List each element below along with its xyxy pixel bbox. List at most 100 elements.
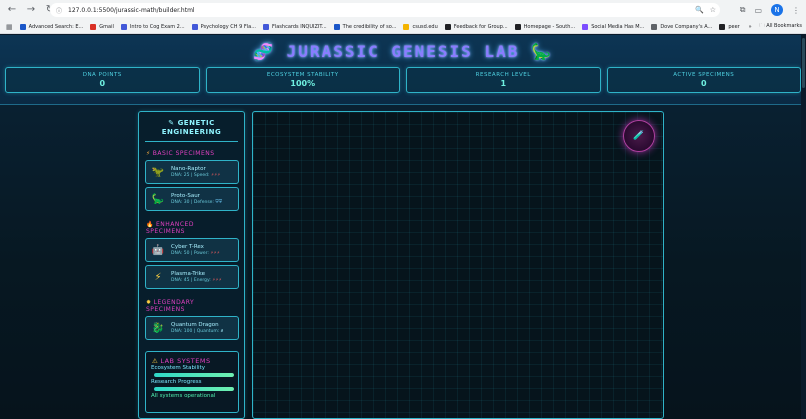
bookmark-label: Psychology CH 9 Fla... <box>200 23 256 30</box>
bookmark-item[interactable]: Feedback for Group... <box>444 23 508 30</box>
bookmark-item[interactable]: Psychology CH 9 Fla... <box>191 23 256 30</box>
bookmarks-bar: ▦ Advanced Search: E... Gmail Intro to Cog… <box>0 20 806 34</box>
section-label-line2: SPECIMENS <box>146 306 185 313</box>
downloads-icon[interactable]: ▭ <box>754 6 762 15</box>
app-header: 🧬 JURASSIC GENESIS LAB 🦕 DNA POINTS 0 EC… <box>0 35 806 105</box>
more-bookmarks-icon[interactable]: » <box>749 24 752 30</box>
site-info-icon[interactable]: ⓘ <box>56 6 62 15</box>
back-icon[interactable]: ← <box>5 3 19 17</box>
menu-icon[interactable]: ⋮ <box>792 6 800 15</box>
forward-icon[interactable]: → <box>24 3 38 17</box>
bookmark-label: Flashcards INQUIZIT... <box>271 23 327 30</box>
specimen-info: DNA: 100 | Quantum: ∂ <box>171 329 223 335</box>
specimen-proto-saur[interactable]: 🦕 Proto-Saur DNA: 30 | Defense: ⛨⛨ <box>145 187 239 211</box>
bookmark-label: csusd.edu <box>412 23 438 30</box>
specimen-name: Proto-Saur <box>171 192 200 199</box>
bookmark-item[interactable]: Dove Company's A... <box>651 23 713 30</box>
bookmark-item[interactable]: Intro to Cog Exam 2... <box>120 23 185 30</box>
bookmark-star-icon[interactable]: ☆ <box>710 6 716 14</box>
specimen-tags: ⛨⛨ <box>215 199 223 205</box>
bookmark-item[interactable]: Advanced Search: E... <box>19 23 84 30</box>
specimen-name: Cyber T-Rex <box>171 243 204 250</box>
research-bar <box>154 387 234 391</box>
panel-title-line2: ENGINEERING <box>161 128 222 136</box>
section-label-line1: LEGENDARY <box>153 299 195 306</box>
specimen-name: Quantum Dragon <box>171 321 219 328</box>
stat-label: ECOSYSTEM STABILITY <box>266 72 339 78</box>
page-scrollbar[interactable] <box>801 35 806 419</box>
dragon-icon: 🐉 <box>151 322 165 334</box>
specimen-tags: ⚡⚡⚡ <box>212 277 222 283</box>
specimen-name: Plasma-Trike <box>171 270 206 277</box>
bookmark-favicon-icon <box>582 23 589 30</box>
bookmark-label: Advanced Search: E... <box>28 23 84 30</box>
specimen-quantum-dragon[interactable]: 🐉 Quantum Dragon DNA: 100 | Quantum: ∂ <box>145 316 239 340</box>
stat-value: 100% <box>290 79 316 88</box>
stat-dna-points: DNA POINTS 0 <box>5 67 200 93</box>
all-bookmarks-label: All Bookmarks <box>766 23 802 29</box>
section-basic-title: ⚡ BASIC SPECIMENS <box>146 150 215 157</box>
specimen-info-text: DNA: 30 | Defense: <box>171 199 214 205</box>
extensions-icon[interactable]: ⧉ <box>740 5 746 15</box>
apps-grid-icon[interactable]: ▦ <box>6 23 13 31</box>
bookmark-favicon-icon <box>403 23 410 30</box>
dinosaur-icon: 🦕 <box>530 42 553 61</box>
pencil-icon: ✎ <box>168 119 175 127</box>
profile-avatar[interactable]: N <box>771 4 783 16</box>
bookmark-label: Dove Company's A... <box>660 23 713 30</box>
lab-status-text: All systems operational <box>151 393 216 399</box>
sauropod-icon: 🦕 <box>151 193 165 205</box>
stat-value: 0 <box>99 79 106 88</box>
specimen-name: Nano-Raptor <box>171 165 206 172</box>
stat-ecosystem-stability: ECOSYSTEM STABILITY 100% <box>205 67 400 93</box>
lab-canvas[interactable]: 🧪 <box>252 111 664 419</box>
specimen-tags: ⚡⚡⚡ <box>210 250 220 256</box>
stat-value: 0 <box>700 79 707 88</box>
specimen-info-text: DNA: 100 | Quantum: <box>171 328 220 334</box>
scrollbar-thumb[interactable] <box>802 38 805 88</box>
ecosystem-label: Ecosystem Stability <box>151 365 206 371</box>
stat-label: ACTIVE SPECIMENS <box>673 72 735 78</box>
bookmark-label: Homepage - South... <box>523 23 576 30</box>
bookmark-item[interactable]: Homepage - South... <box>514 23 576 30</box>
genetic-engineering-panel: ✎ GENETIC ENGINEERING ⚡ BASIC SPECIMENS 🦖… <box>138 111 245 419</box>
app-root: 🧬 JURASSIC GENESIS LAB 🦕 DNA POINTS 0 EC… <box>0 35 806 419</box>
bookmark-item[interactable]: Social Media Has M... <box>582 23 645 30</box>
bookmark-favicon-icon <box>191 23 198 30</box>
page-title: 🧬 JURASSIC GENESIS LAB 🦕 <box>0 42 806 61</box>
specimen-nano-raptor[interactable]: 🦖 Nano-Raptor DNA: 25 | Speed: ⚡⚡⚡ <box>145 160 239 184</box>
specimen-info-text: DNA: 25 | Speed: <box>171 172 210 178</box>
divider <box>145 141 238 142</box>
specimen-info-text: DNA: 45 | Energy: <box>171 277 211 283</box>
bookmark-item[interactable]: peer <box>719 23 740 30</box>
stats-bar: DNA POINTS 0 ECOSYSTEM STABILITY 100% RE… <box>5 67 801 93</box>
specimen-info: DNA: 50 | Power: ⚡⚡⚡ <box>171 251 220 257</box>
star-icon: ✸ <box>146 299 152 306</box>
bookmark-item[interactable]: csusd.edu <box>403 23 438 30</box>
lab-systems-title: ⚠ LAB SYSTEMS <box>152 357 238 365</box>
panel-title-line1: GENETIC <box>177 119 215 127</box>
stat-label: RESEARCH LEVEL <box>475 72 531 78</box>
bookmark-label: Social Media Has M... <box>591 23 645 30</box>
zoom-icon[interactable]: 🔍 <box>695 6 704 14</box>
bookmark-label: peer <box>728 23 740 30</box>
all-bookmarks-folder[interactable]: 🗀 All Bookmarks <box>760 23 802 31</box>
specimen-info-text: DNA: 50 | Power: <box>171 250 209 256</box>
bookmark-favicon-icon <box>333 23 340 30</box>
flask-icon: 🧪 <box>633 131 645 141</box>
bookmark-item[interactable]: The credibility of so... <box>333 23 397 30</box>
specimen-plasma-trike[interactable]: ⚡ Plasma-Trike DNA: 45 | Energy: ⚡⚡⚡ <box>145 265 239 289</box>
address-bar[interactable]: ⓘ 127.0.0.1:5500/jurassic-math/builder.h… <box>50 3 720 17</box>
browser-toolbar: ← → ↻ ⓘ 127.0.0.1:5500/jurassic-math/bui… <box>0 0 806 20</box>
section-label: BASIC SPECIMENS <box>152 150 215 157</box>
bookmark-item[interactable]: Gmail <box>90 23 114 30</box>
section-label-line2: SPECIMENS <box>146 228 185 235</box>
bookmark-label: The credibility of so... <box>342 23 397 30</box>
lab-orb-button[interactable]: 🧪 <box>623 120 655 152</box>
url-text: 127.0.0.1:5500/jurassic-math/builder.htm… <box>68 6 195 14</box>
bookmark-item[interactable]: Flashcards INQUIZIT... <box>262 23 327 30</box>
bookmark-favicon-icon <box>120 23 127 30</box>
stat-value: 1 <box>500 79 507 88</box>
specimen-cyber-t-rex[interactable]: 🤖 Cyber T-Rex DNA: 50 | Power: ⚡⚡⚡ <box>145 238 239 262</box>
panel-title: ✎ GENETIC ENGINEERING <box>139 119 244 137</box>
